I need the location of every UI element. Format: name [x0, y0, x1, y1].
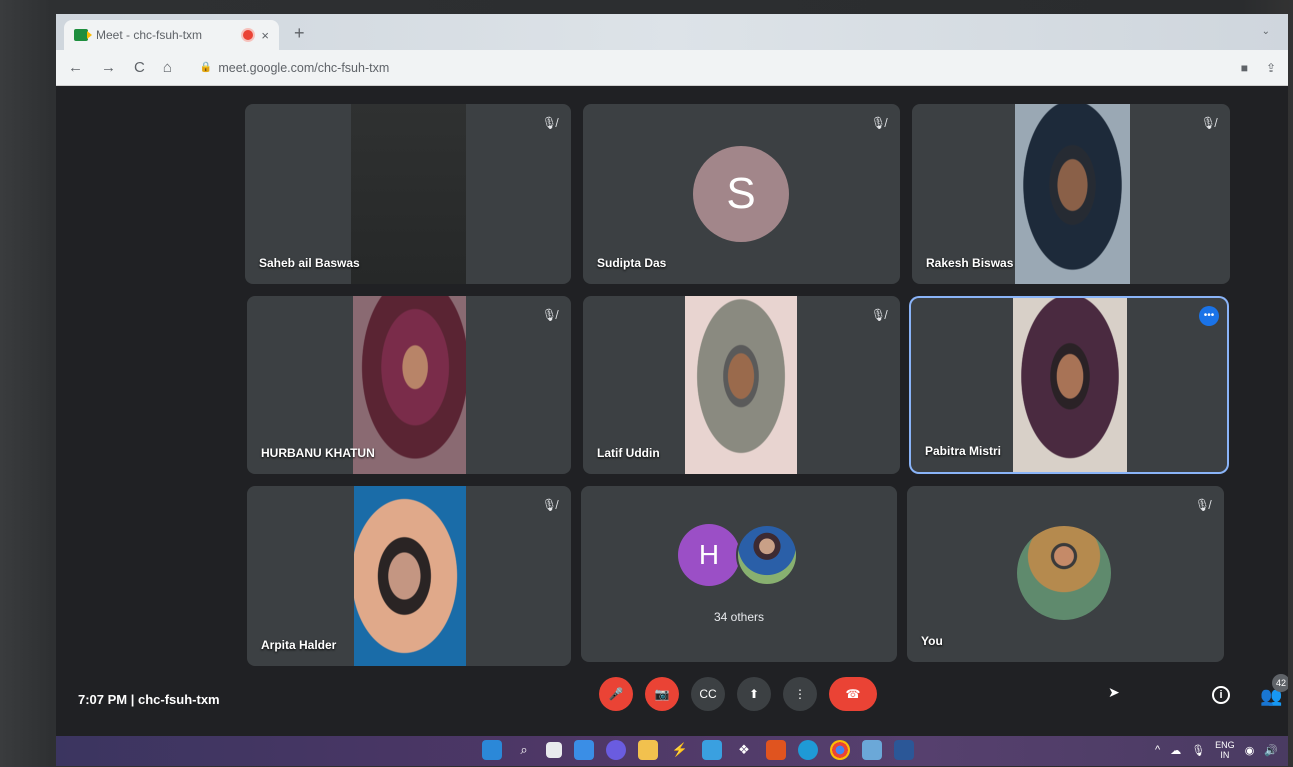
word-icon[interactable] — [894, 740, 914, 760]
call-controls: 🎤 📷 CC ⬆ ⋮ ☎ — [599, 677, 877, 711]
participant-name: Arpita Halder — [261, 638, 337, 652]
participant-avatar: S — [693, 146, 789, 242]
share-icon[interactable]: ⇪ — [1266, 61, 1276, 75]
participant-tile[interactable]: 🎙︎̸ Saheb ail Baswas — [245, 104, 571, 284]
mic-off-icon: 🎙︎̸ — [541, 308, 557, 322]
participant-tile[interactable]: 🎙︎̸ Latif Uddin — [583, 296, 900, 474]
participant-tile-active[interactable]: ••• Pabitra Mistri — [911, 298, 1227, 472]
onedrive-icon[interactable]: ☁ — [1170, 744, 1181, 757]
home-button[interactable]: ⌂ — [163, 59, 172, 76]
lock-icon[interactable]: 🔒 — [200, 62, 212, 73]
mic-off-icon: 🎙︎̸ — [541, 116, 557, 130]
participant-name: Saheb ail Baswas — [259, 256, 360, 270]
widgets-icon[interactable] — [574, 740, 594, 760]
participant-name: Latif Uddin — [597, 446, 660, 460]
file-explorer-icon[interactable] — [638, 740, 658, 760]
dropbox-icon[interactable]: ❖ — [734, 740, 754, 760]
mic-off-icon: 🎙︎̸ — [870, 116, 886, 130]
participant-avatar: H — [678, 524, 740, 586]
start-icon[interactable] — [482, 740, 502, 760]
participant-avatar-photo — [736, 524, 798, 586]
meeting-info-button[interactable]: i — [1212, 686, 1230, 704]
others-count: 34 others — [713, 610, 765, 624]
tab-strip: Meet - chc-fsuh-txm × + ⌄ — [56, 14, 1288, 50]
mail-icon[interactable] — [702, 740, 722, 760]
tray-overflow-icon[interactable]: ^ — [1155, 744, 1160, 756]
tab-search-icon[interactable]: ⌄ — [1262, 26, 1270, 37]
people-count-badge: 42 — [1272, 674, 1288, 692]
mouse-cursor-icon: ➤ — [1108, 684, 1120, 700]
address-bar[interactable]: meet.google.com/chc-fsuh-txm — [218, 61, 389, 75]
meeting-time-code: 7:07 PM | chc-fsuh-txm — [78, 692, 220, 707]
end-call-button[interactable]: ☎ — [829, 677, 877, 711]
new-tab-button[interactable]: + — [294, 23, 305, 44]
microphone-toggle-button[interactable]: 🎤 — [599, 677, 633, 711]
participant-video — [685, 296, 797, 474]
mic-off-icon: 🎙︎̸ — [1194, 498, 1210, 512]
participant-name: Sudipta Das — [597, 256, 667, 270]
task-view-icon[interactable] — [546, 742, 562, 758]
participant-tile[interactable]: 🎙︎̸ Arpita Halder — [247, 486, 571, 666]
chrome-icon[interactable] — [830, 740, 850, 760]
windows-taskbar: ⌕ ⚡ ❖ ^ ☁ 🎙 ENG IN ◉ 🔊 — [56, 736, 1288, 766]
more-options-button[interactable]: ••• — [1199, 306, 1219, 326]
volume-icon[interactable]: 🔊 — [1264, 744, 1278, 757]
participant-video — [1015, 104, 1130, 284]
meet-stage: 🎙︎̸ Saheb ail Baswas S 🎙︎̸ Sudipta Das 🎙… — [56, 86, 1288, 736]
winamp-icon[interactable]: ⚡ — [670, 740, 690, 760]
others-tile[interactable]: H 34 others — [581, 486, 897, 662]
camera-toggle-button[interactable]: 📷 — [645, 677, 679, 711]
participant-name: Pabitra Mistri — [925, 444, 1002, 458]
participant-tile[interactable]: S 🎙︎̸ Sudipta Das — [583, 104, 900, 284]
mic-off-icon: 🎙︎̸ — [1200, 116, 1216, 130]
reload-button[interactable]: C — [134, 59, 145, 76]
region-code: IN — [1220, 750, 1230, 760]
participant-video — [354, 486, 466, 666]
browser-toolbar: ← → C ⌂ 🔒 meet.google.com/chc-fsuh-txm ■… — [56, 50, 1288, 86]
captions-button[interactable]: CC — [691, 677, 725, 711]
participant-tile[interactable]: 🎙︎̸ Rakesh Biswas — [912, 104, 1230, 284]
participant-video — [351, 104, 466, 284]
office-icon[interactable] — [766, 740, 786, 760]
recording-indicator-icon — [243, 30, 254, 40]
self-avatar — [1017, 526, 1111, 620]
back-button[interactable]: ← — [68, 59, 83, 76]
camera-in-use-icon[interactable]: ■ — [1241, 61, 1248, 75]
people-app-icon[interactable] — [862, 740, 882, 760]
participant-name: Rakesh Biswas — [926, 256, 1014, 270]
microphone-tray-icon[interactable]: 🎙 — [1191, 744, 1205, 757]
tab-title: Meet - chc-fsuh-txm — [96, 28, 203, 42]
forward-button[interactable]: → — [101, 59, 116, 76]
tab-meet[interactable]: Meet - chc-fsuh-txm × — [64, 20, 279, 50]
search-icon[interactable]: ⌕ — [514, 740, 534, 760]
meet-favicon-icon — [74, 29, 92, 41]
lang-code: ENG — [1215, 740, 1235, 750]
chat-icon[interactable] — [606, 740, 626, 760]
mic-off-icon: 🎙︎̸ — [541, 498, 557, 512]
tab-close-icon[interactable]: × — [261, 28, 269, 43]
participant-tile[interactable]: 🎙︎̸ HURBANU KHATUN — [247, 296, 571, 474]
mic-off-icon: 🎙︎̸ — [870, 308, 886, 322]
more-options-button[interactable]: ⋮ — [783, 677, 817, 711]
participant-name: HURBANU KHATUN — [261, 446, 375, 460]
participant-name: You — [921, 634, 943, 648]
language-indicator[interactable]: ENG IN — [1215, 740, 1235, 760]
present-button[interactable]: ⬆ — [737, 677, 771, 711]
screen: Meet - chc-fsuh-txm × + ⌄ ← → C ⌂ 🔒 meet… — [56, 14, 1288, 766]
participant-video — [1013, 298, 1127, 472]
edge-icon[interactable] — [798, 740, 818, 760]
wifi-icon[interactable]: ◉ — [1245, 744, 1255, 757]
self-tile[interactable]: 🎙︎̸ You — [907, 486, 1224, 662]
